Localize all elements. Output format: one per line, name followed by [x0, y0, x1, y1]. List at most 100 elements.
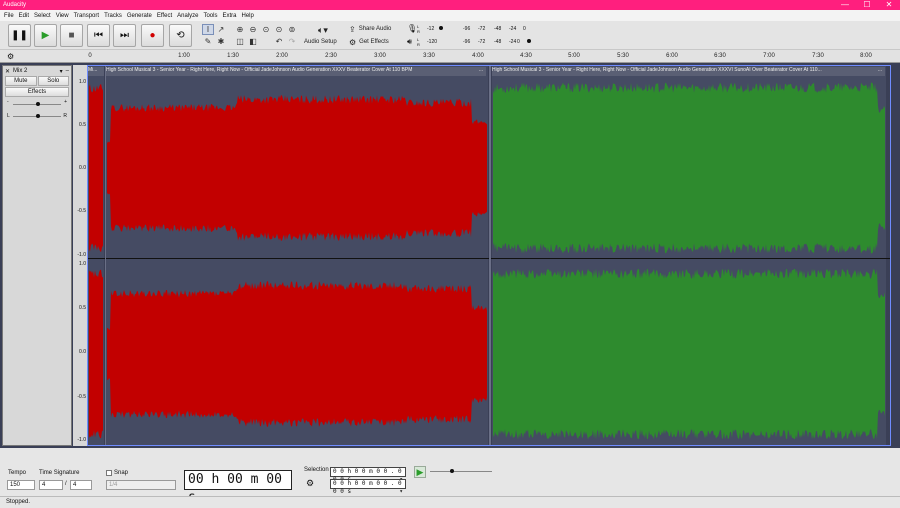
rec-tick: -12	[427, 26, 435, 32]
play-tick: -24	[509, 39, 517, 45]
maximize-button[interactable]: ☐	[856, 0, 878, 10]
selection-tool[interactable]: I	[202, 24, 214, 35]
pause-button[interactable]: ❚❚	[8, 24, 31, 47]
menu-select[interactable]: Select	[34, 13, 51, 19]
zoom-in-button[interactable]: ⊕	[234, 24, 246, 35]
mute-button[interactable]: Mute	[5, 76, 37, 86]
loop-button[interactable]: ⟲	[169, 24, 192, 47]
play-meter-knob[interactable]	[527, 39, 531, 43]
ruler-tick: 6:30	[714, 53, 726, 59]
track-close-icon[interactable]: ✕	[5, 68, 10, 75]
share-audio-button[interactable]: ⇪ Share Audio	[349, 23, 391, 35]
ruler-tick: 1:00	[178, 53, 190, 59]
clip-header-3[interactable]: High School Musical 3 - Senior Year - Ri…	[492, 67, 885, 76]
snap-checkbox[interactable]	[106, 470, 112, 476]
audio-setup-button[interactable]: 🔈︎▾	[306, 24, 340, 36]
clip-header-1[interactable]: Mi...	[88, 67, 104, 76]
menu-view[interactable]: View	[56, 13, 69, 19]
menu-extra[interactable]: Extra	[222, 13, 236, 19]
envelope-tool[interactable]: ↗	[215, 24, 227, 35]
time-signature-denominator[interactable]: 4	[70, 480, 92, 490]
clip-menu-icon[interactable]: ...	[479, 67, 483, 73]
zoom-toggle-button[interactable]: ⊚	[286, 24, 298, 35]
zoom-toggle-icon: ⊚	[288, 25, 296, 34]
redo-button[interactable]: ↷	[286, 36, 298, 47]
waveform-clip-3	[493, 82, 885, 254]
envelope-icon: ↗	[217, 25, 225, 34]
selection-start-input[interactable]: 0 0 h 0 0 m 0 0 . 0 0 0 s▾	[330, 467, 406, 483]
waveform-clip-2	[107, 281, 487, 427]
silence-button[interactable]: ◧	[247, 36, 259, 47]
menu-edit[interactable]: Edit	[19, 13, 29, 19]
title-bar: Audacity — ☐ ✕	[0, 0, 900, 10]
draw-tool[interactable]: ✎	[202, 36, 214, 47]
tempo-input[interactable]: 150	[7, 480, 35, 490]
selection-settings-icon[interactable]: ⚙	[306, 478, 316, 488]
playback-meter[interactable]: 🔊︎ LR -120 -96 -72 -48 -24 0	[407, 36, 532, 47]
multi-tool-icon: ✱	[217, 37, 225, 46]
play-button[interactable]: ▶	[34, 24, 57, 47]
track-collapse-icon[interactable]: –	[66, 68, 69, 74]
upload-icon: ⇪	[349, 24, 356, 34]
menu-transport[interactable]: Transport	[74, 13, 99, 19]
menu-analyze[interactable]: Analyze	[177, 13, 198, 19]
trim-button[interactable]: ◫	[234, 36, 246, 47]
rec-tick: -24	[509, 26, 517, 32]
skip-start-button[interactable]: ⏮	[87, 24, 110, 47]
track-name[interactable]: Mix 2	[13, 68, 57, 74]
play-tick: -72	[478, 39, 486, 45]
fit-selection-button[interactable]: ⊙	[260, 24, 272, 35]
stop-button[interactable]: ■	[60, 24, 83, 47]
time-display[interactable]: 00 h 00 m 00 s▾	[184, 470, 292, 505]
time-signature-denominator-value: 4	[73, 482, 77, 488]
gain-knob[interactable]	[36, 102, 40, 106]
gain-slider[interactable]: - +	[7, 99, 67, 109]
multi-tool[interactable]: ✱	[215, 36, 227, 47]
skip-end-button[interactable]: ⏭	[113, 24, 136, 47]
snap-select[interactable]: 1/4	[106, 480, 176, 490]
scale-label: -1.0	[77, 437, 86, 443]
scale-label: 0.0	[79, 349, 86, 355]
track-area[interactable]: ✕ Mix 2 ▾ – Mute Solo Effects - + L R 1.…	[0, 63, 900, 448]
pan-slider[interactable]: L R	[7, 111, 67, 121]
selection-end-dropdown-icon[interactable]: ▾	[399, 488, 403, 496]
get-effects-button[interactable]: ⚙ Get Effects	[349, 36, 389, 48]
selection-end-input[interactable]: 0 0 h 0 0 m 0 0 . 0 0 0 s ▾	[330, 479, 406, 495]
menu-tools[interactable]: Tools	[203, 13, 217, 19]
play-speed-knob[interactable]	[450, 469, 454, 473]
clip-title-2: High School Musical 3 - Senior Year - Ri…	[106, 67, 413, 73]
record-button[interactable]: ●	[141, 24, 164, 47]
toolbar: ❚❚ ▶ ■ ⏮ ⏭ ● ⟲ I ↗ ✎ ✱ ⊕ ⊖ ⊙ ⊙ ⊚ ◫ ◧ ↶ ↷…	[0, 21, 900, 50]
solo-button[interactable]: Solo	[37, 76, 69, 86]
time-signature-numerator[interactable]: 4	[39, 480, 63, 490]
clip-menu-icon[interactable]: ...	[877, 67, 882, 73]
fit-project-button[interactable]: ⊙	[273, 24, 285, 35]
menu-effect[interactable]: Effect	[157, 13, 172, 19]
undo-button[interactable]: ↶	[273, 36, 285, 47]
play-tick: -96	[463, 39, 471, 45]
pan-knob[interactable]	[36, 114, 40, 118]
rec-meter-knob[interactable]	[439, 26, 443, 30]
clip-header-2[interactable]: High School Musical 3 - Senior Year - Ri…	[106, 67, 486, 76]
waveform-canvas[interactable]	[87, 65, 891, 446]
minimize-button[interactable]: —	[834, 0, 856, 10]
play-icon: ▶	[41, 30, 50, 41]
timeline-options-icon[interactable]: ⚙	[7, 52, 17, 61]
play-at-speed-button[interactable]: ▶	[414, 466, 426, 478]
menu-help[interactable]: Help	[242, 13, 254, 19]
menu-tracks[interactable]: Tracks	[104, 13, 122, 19]
menu-file[interactable]: File	[4, 13, 14, 19]
effects-button[interactable]: Effects	[5, 87, 69, 97]
menu-generate[interactable]: Generate	[127, 13, 152, 19]
clip-title-1: Mi...	[88, 67, 98, 73]
close-button[interactable]: ✕	[878, 0, 900, 10]
zoom-out-button[interactable]: ⊖	[247, 24, 259, 35]
track-control-panel[interactable]: ✕ Mix 2 ▾ – Mute Solo Effects - + L R	[2, 65, 72, 446]
timeline-ruler[interactable]: ⚙ 0 1:00 1:30 2:00 2:30 3:00 3:30 4:00 4…	[0, 50, 900, 63]
pause-icon: ❚❚	[11, 30, 28, 41]
scale-label: 0.0	[79, 165, 86, 171]
track-menu-icon[interactable]: ▾	[60, 68, 63, 75]
ruler-tick: 3:00	[374, 53, 386, 59]
recording-meter[interactable]: 🎙︎ LR -12 -96 -72 -48 -24 0	[407, 23, 532, 34]
tempo-label: Tempo	[8, 470, 27, 476]
